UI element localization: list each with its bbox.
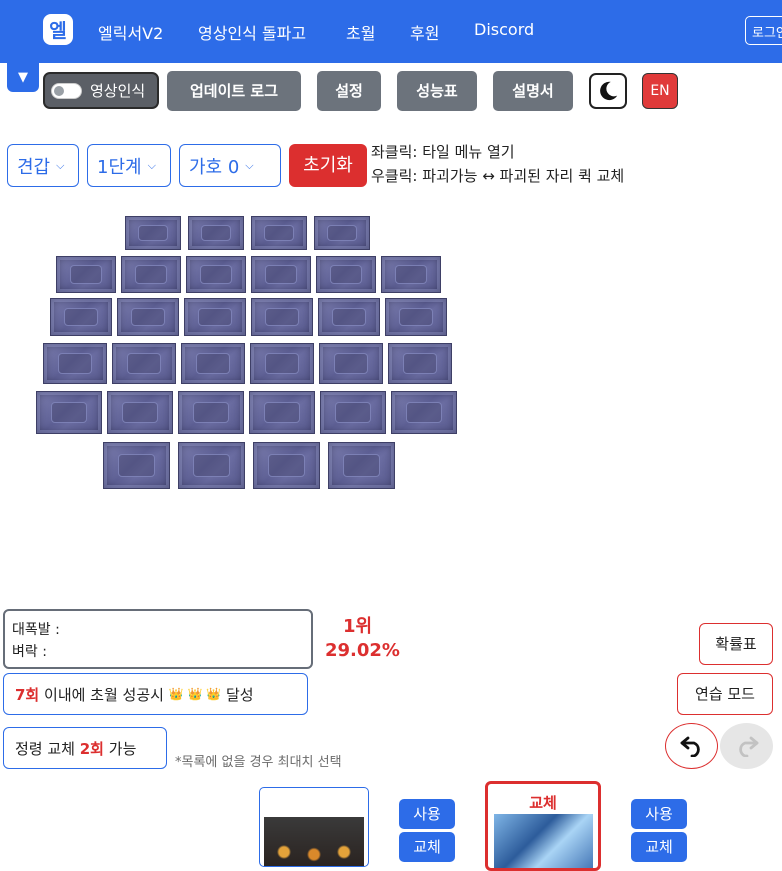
- use-button-2[interactable]: 사용: [631, 799, 687, 829]
- board-tile[interactable]: [125, 216, 181, 250]
- board-tile[interactable]: [184, 298, 246, 336]
- goal-box: 7회 이내에 초월 성공시 👑 👑 👑 달성: [3, 673, 308, 715]
- board-tile[interactable]: [56, 256, 116, 293]
- vision-toggle[interactable]: 영상인식: [43, 72, 159, 109]
- protection-select[interactable]: 가호 0 ⌵: [179, 144, 281, 187]
- board-tile[interactable]: [251, 298, 313, 336]
- nav-link-vision-dolpago[interactable]: 영상인식 돌파고: [198, 20, 306, 44]
- performance-table-button[interactable]: 성능표: [397, 71, 477, 111]
- crown-icons: 👑 👑 👑: [168, 687, 222, 701]
- nav-link-elixir[interactable]: 엘릭서V2: [98, 20, 163, 44]
- board-tile[interactable]: [249, 391, 315, 434]
- selected-card-label: 교체: [529, 794, 557, 812]
- board-tile[interactable]: [186, 256, 246, 293]
- spirit-explosion-image: [264, 817, 364, 866]
- board-tile[interactable]: [314, 216, 370, 250]
- result-line-explosion: 대폭발 :: [12, 622, 60, 638]
- part-select-value: 견갑: [17, 156, 51, 178]
- board-tile[interactable]: [318, 298, 380, 336]
- update-log-button[interactable]: 업데이트 로그: [167, 71, 301, 111]
- nav-link-transcend[interactable]: 초월: [346, 20, 375, 44]
- goal-text: 이내에 초월 성공시: [39, 685, 169, 704]
- board-tile[interactable]: [178, 391, 244, 434]
- spirit-count: 2회: [79, 739, 104, 758]
- chevron-down-icon: ⌵: [245, 158, 254, 172]
- probability-table-button[interactable]: 확률표: [699, 623, 773, 665]
- moon-icon: [600, 81, 618, 101]
- result-line-lightning: 벼락 :: [12, 644, 47, 660]
- result-summary-box: 대폭발 : 벼락 :: [3, 609, 313, 669]
- spirit-suffix: 가능: [104, 739, 137, 758]
- board-tile[interactable]: [188, 216, 244, 250]
- board-tile[interactable]: [103, 442, 170, 489]
- triangle-down-icon: ▼: [18, 70, 28, 85]
- board-tile[interactable]: [251, 216, 307, 250]
- swap-button-2[interactable]: 교체: [631, 832, 687, 862]
- hint-left-click: 좌클릭: 타일 메뉴 열기: [371, 143, 515, 161]
- spirit-card-lightning[interactable]: 교체: [485, 781, 601, 871]
- board-tile[interactable]: [181, 343, 245, 384]
- board-tile[interactable]: [328, 442, 395, 489]
- board-tile[interactable]: [388, 343, 452, 384]
- goal-count: 7회: [15, 685, 40, 704]
- board-tile[interactable]: [107, 391, 173, 434]
- use-button-1[interactable]: 사용: [399, 799, 455, 829]
- toggle-switch-icon[interactable]: [51, 82, 82, 99]
- language-button[interactable]: EN: [642, 73, 678, 109]
- nav-link-discord[interactable]: Discord: [474, 20, 534, 39]
- swap-button-1[interactable]: 교체: [399, 832, 455, 862]
- board-tile[interactable]: [253, 442, 320, 489]
- board-tile[interactable]: [50, 298, 112, 336]
- collapse-toggle-button[interactable]: ▼: [7, 63, 39, 92]
- nav-link-donate[interactable]: 후원: [410, 20, 439, 44]
- hint-right-click: 우클릭: 파괴가능 ↔ 파괴된 자리 퀵 교체: [371, 167, 625, 185]
- board-tile[interactable]: [316, 256, 376, 293]
- undo-button[interactable]: [665, 723, 718, 769]
- login-button[interactable]: 로그인: [745, 16, 782, 45]
- undo-icon: [680, 736, 700, 757]
- board-tile[interactable]: [385, 298, 447, 336]
- practice-mode-button[interactable]: 연습 모드: [677, 673, 773, 715]
- manual-button[interactable]: 설명서: [493, 71, 573, 111]
- dark-mode-button[interactable]: [589, 73, 627, 109]
- redo-button[interactable]: [720, 723, 773, 769]
- chevron-down-icon: ⌵: [56, 158, 65, 172]
- reset-button[interactable]: 초기화: [289, 144, 367, 187]
- board-tile[interactable]: [121, 256, 181, 293]
- stage-select[interactable]: 1단계 ⌵: [87, 144, 171, 187]
- chevron-down-icon: ⌵: [147, 158, 156, 172]
- goal-suffix: 달성: [221, 685, 254, 704]
- vision-toggle-label: 영상인식: [90, 82, 146, 100]
- part-select[interactable]: 견갑 ⌵: [7, 144, 79, 187]
- settings-button[interactable]: 설정: [317, 71, 381, 111]
- spirit-prefix: 정령 교체: [15, 739, 80, 758]
- rank-label: 1위: [343, 616, 373, 637]
- board-tile[interactable]: [381, 256, 441, 293]
- board-tile[interactable]: [112, 343, 176, 384]
- redo-icon: [738, 736, 758, 757]
- spirit-card-explosion[interactable]: [259, 787, 369, 867]
- board-tile[interactable]: [43, 343, 107, 384]
- spirit-lightning-image: [494, 814, 593, 868]
- stage-select-value: 1단계: [97, 156, 142, 178]
- logo-icon[interactable]: 엘: [43, 14, 73, 45]
- board-tile[interactable]: [36, 391, 102, 434]
- board-tile[interactable]: [320, 391, 386, 434]
- board-tile[interactable]: [251, 256, 311, 293]
- board-tile[interactable]: [319, 343, 383, 384]
- board-tile[interactable]: [117, 298, 179, 336]
- top-navbar: 엘 엘릭서V2 영상인식 돌파고 초월 후원 Discord 로그인: [0, 0, 782, 63]
- board-tile[interactable]: [250, 343, 314, 384]
- list-note: *목록에 없을 경우 최대치 선택: [175, 755, 342, 770]
- tile-board: [0, 205, 500, 505]
- spirit-swap-box: 정령 교체 2회 가능: [3, 727, 167, 769]
- protection-select-value: 가호 0: [189, 156, 240, 178]
- board-tile[interactable]: [178, 442, 245, 489]
- probability-value: 29.02%: [325, 640, 400, 661]
- board-tile[interactable]: [391, 391, 457, 434]
